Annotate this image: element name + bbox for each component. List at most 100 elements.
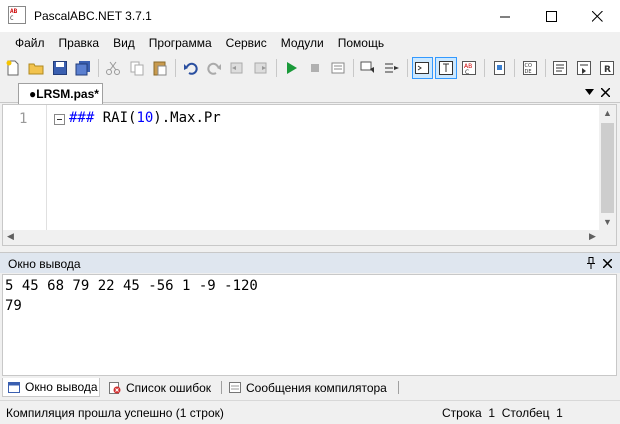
paste-icon: [153, 61, 167, 76]
toolbar-separator: [406, 59, 408, 77]
scroll-up-icon[interactable]: ▲: [603, 108, 612, 118]
pin-button[interactable]: [584, 256, 598, 270]
find-icon: [493, 61, 505, 75]
copy-button[interactable]: [126, 57, 147, 79]
menu-help[interactable]: Помощь: [331, 32, 391, 54]
cut-button[interactable]: [103, 57, 124, 79]
code-comment-marker: ###: [69, 110, 103, 126]
output-panel-header: Окно вывода: [0, 252, 620, 273]
output-line: 79: [5, 298, 22, 314]
row-value: 1: [488, 406, 496, 420]
editor-tab-strip: ●LRSM.pas*: [0, 81, 620, 104]
toolbar-separator: [352, 59, 354, 77]
maximize-button[interactable]: [528, 0, 574, 32]
undo-button[interactable]: [180, 57, 201, 79]
menu-edit[interactable]: Правка: [52, 32, 107, 54]
undo-icon: [183, 62, 198, 75]
paste-button[interactable]: [150, 57, 171, 79]
code-number: 10: [136, 110, 154, 126]
maximize-icon: [545, 10, 557, 22]
find-button[interactable]: [489, 57, 510, 79]
svg-text:C: C: [465, 69, 469, 76]
menu-program[interactable]: Программа: [142, 32, 219, 54]
close-button[interactable]: [574, 0, 620, 32]
tab-compiler-messages[interactable]: Сообщения компилятора: [224, 378, 394, 397]
toolbar-separator: [483, 59, 485, 77]
stop-button[interactable]: [304, 57, 325, 79]
close-tab-button[interactable]: [598, 85, 612, 99]
scroll-right-icon[interactable]: ▶: [589, 231, 596, 242]
horizontal-scrollbar[interactable]: ◀ ▶: [3, 230, 616, 245]
toolbar-separator: [174, 59, 176, 77]
line-number: 1: [19, 111, 28, 127]
code-template-icon: CODE: [523, 61, 538, 75]
horizontal-scroll-thumb[interactable]: [20, 232, 578, 243]
scroll-left-icon[interactable]: ◀: [7, 231, 14, 242]
menu-view[interactable]: Вид: [106, 32, 142, 54]
debug-button[interactable]: [327, 57, 348, 79]
tab-list-button[interactable]: [582, 85, 596, 99]
tab-output[interactable]: Окно вывода: [2, 378, 100, 397]
text-window-button[interactable]: [435, 57, 457, 79]
app-logo: AB C: [8, 6, 26, 24]
uncomment-icon: [384, 63, 399, 73]
scroll-down-icon[interactable]: ▼: [603, 217, 612, 227]
code-call: RAI(: [102, 110, 137, 126]
code-line[interactable]: ### RAI(10).Max.Pr: [69, 110, 221, 126]
indent-left-button[interactable]: [227, 57, 248, 79]
save-button[interactable]: [49, 57, 70, 79]
step-over-button[interactable]: R: [597, 57, 618, 79]
new-file-icon: [6, 60, 19, 76]
redo-button[interactable]: [203, 57, 224, 79]
pin-icon: [587, 257, 595, 269]
vertical-scroll-thumb[interactable]: [601, 123, 614, 213]
tab-error-list[interactable]: Список ошибок: [104, 378, 220, 397]
col-label: Столбец: [501, 406, 550, 420]
bottom-tab-strip: Окно вывода Список ошибок Сообщения комп…: [0, 377, 620, 398]
comment-button[interactable]: [358, 57, 379, 79]
uncomment-button[interactable]: [381, 57, 402, 79]
step-over-icon: R: [600, 61, 615, 75]
console-button[interactable]: [411, 57, 434, 79]
indent-left-icon: [230, 62, 243, 74]
tab-separator: [221, 381, 222, 394]
fold-toggle[interactable]: [54, 114, 65, 125]
code-editor[interactable]: 1 ### RAI(10).Max.Pr ▲ ▼ ◀ ▶: [2, 104, 617, 246]
indent-right-button[interactable]: [250, 57, 271, 79]
toolbar-separator: [97, 59, 99, 77]
cut-icon: [106, 61, 121, 75]
menu-file[interactable]: Файл: [8, 32, 52, 54]
menu-service[interactable]: Сервис: [219, 32, 274, 54]
stop-icon: [310, 64, 319, 72]
toolbar: AB C CO DE R: [0, 55, 620, 81]
svg-text:DE: DE: [525, 69, 532, 75]
open-button[interactable]: [25, 57, 46, 79]
tab-lrsm-pas[interactable]: ●LRSM.pas*: [18, 83, 103, 104]
tab-separator: [398, 381, 399, 394]
window-title: PascalABC.NET 3.7.1: [34, 9, 152, 23]
close-icon: [602, 258, 612, 268]
run-button[interactable]: [281, 57, 302, 79]
error-list-icon: [108, 381, 121, 394]
new-file-button[interactable]: [2, 57, 23, 79]
menu-bar: Файл Правка Вид Программа Сервис Модули …: [0, 32, 620, 54]
run-icon: [287, 62, 298, 74]
abc-button[interactable]: AB C: [459, 57, 480, 79]
compiler-messages-icon: [228, 382, 241, 394]
minimize-button[interactable]: [482, 0, 528, 32]
minimize-icon: [499, 16, 510, 17]
toolbar-separator: [544, 59, 546, 77]
close-icon: [600, 87, 610, 97]
save-all-button[interactable]: [72, 57, 93, 79]
menu-modules[interactable]: Модули: [274, 32, 331, 54]
save-all-icon: [75, 61, 90, 76]
step-into-button[interactable]: [573, 57, 594, 79]
vertical-scrollbar[interactable]: ▲ ▼: [599, 105, 616, 231]
code-template-button[interactable]: CO DE: [519, 57, 540, 79]
run-to-cursor-button[interactable]: [550, 57, 571, 79]
indent-right-icon: [254, 62, 267, 74]
toolbar-separator: [514, 59, 516, 77]
close-panel-button[interactable]: [600, 256, 614, 270]
output-text-area[interactable]: 5 45 68 79 22 45 -56 1 -9 -120 79: [2, 274, 617, 376]
output-line: 5 45 68 79 22 45 -56 1 -9 -120: [5, 278, 258, 294]
